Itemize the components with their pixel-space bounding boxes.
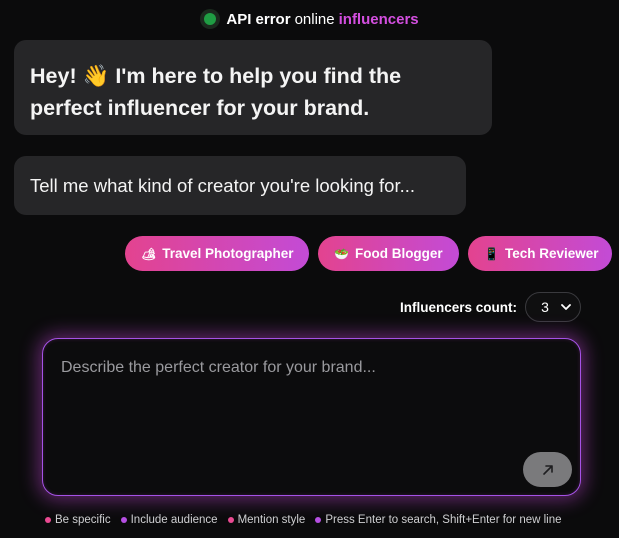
arrow-up-right-icon [542, 464, 553, 475]
chat-page: API error online influencers Hey! 👋 I'm … [0, 0, 619, 538]
status-influencers-text: influencers [338, 10, 419, 28]
hint-text: Mention style [237, 514, 306, 526]
status-indicator-icon [200, 9, 221, 29]
bullet-icon [45, 517, 51, 523]
suggestion-chip-travel-photographer[interactable]: 🏕 Travel Photographer [125, 236, 309, 271]
influencers-count-row: Influencers count: 3 [400, 292, 581, 322]
assistant-message: Hey! 👋 I'm here to help you find the per… [14, 40, 492, 135]
phone-icon: 📱 [484, 246, 499, 261]
suggestion-chip-food-blogger[interactable]: 🥗 Food Blogger [318, 236, 459, 271]
hint-text: Include audience [130, 514, 218, 526]
bullet-icon [227, 517, 234, 523]
status-error-text: API error [226, 10, 291, 28]
suggestion-chips: 🏕 Travel Photographer 🥗 Food Blogger 📱 T… [125, 236, 612, 271]
hint-item: Be specific [45, 514, 111, 526]
bullet-icon [315, 517, 322, 523]
search-input-placeholder: Describe the perfect creator for your br… [61, 359, 376, 376]
hint-item: Include audience [120, 514, 218, 526]
chip-label: Tech Reviewer [504, 246, 599, 261]
hint-text: Press Enter to search, Shift+Enter for n… [325, 514, 562, 526]
hint-item: Mention style [227, 514, 306, 526]
hint-item: Press Enter to search, Shift+Enter for n… [315, 514, 562, 526]
count-value: 3 [541, 299, 549, 315]
salad-icon: 🥗 [334, 246, 349, 261]
send-button[interactable] [523, 452, 572, 487]
influencers-count-label: Influencers count: [399, 299, 517, 315]
chevron-down-icon [560, 303, 571, 310]
suggestion-chip-tech-reviewer[interactable]: 📱 Tech Reviewer [468, 236, 612, 271]
status-online-text: online [294, 10, 335, 28]
camping-icon: 🏕 [141, 246, 157, 261]
input-hints: Be specific Include audience Mention sty… [45, 514, 562, 526]
status-bar: API error online influencers [0, 9, 619, 29]
assistant-message: Tell me what kind of creator you're look… [14, 156, 466, 215]
influencers-count-select[interactable]: 3 [525, 292, 581, 322]
chip-label: Food Blogger [354, 246, 443, 261]
chip-label: Travel Photographer [162, 246, 294, 261]
hint-text: Be specific [55, 514, 111, 526]
bullet-icon [120, 517, 127, 523]
search-input[interactable]: Describe the perfect creator for your br… [42, 338, 581, 496]
